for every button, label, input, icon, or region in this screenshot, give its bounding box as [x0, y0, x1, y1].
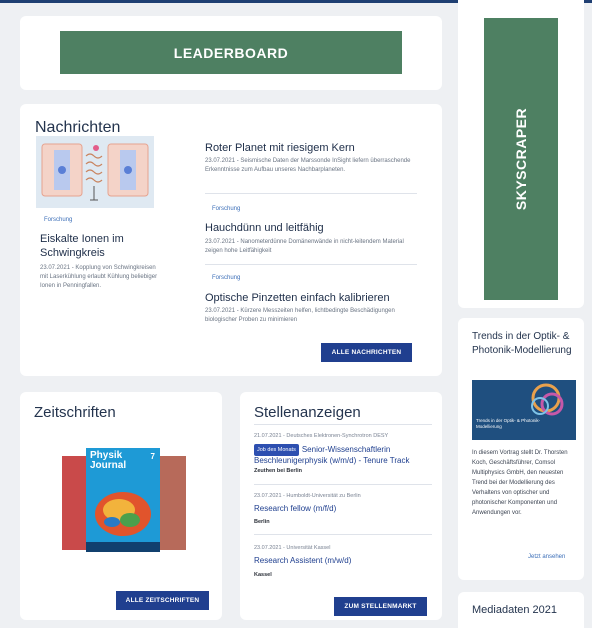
jobs-divider: [254, 534, 432, 535]
featured-news-tag[interactable]: Forschung: [44, 217, 72, 223]
news-divider: [205, 264, 417, 265]
journals-heading: Zeitschriften: [34, 404, 116, 421]
leaderboard-ad[interactable]: LEADERBOARD: [60, 31, 402, 74]
news-item-title[interactable]: Optische Pinzetten einfach kalibrieren: [205, 291, 430, 305]
skyscraper-card: SKYSCRAPER: [458, 0, 584, 308]
mediadaten-card: Mediadaten 2021: [458, 592, 584, 628]
optics-illustration: [531, 383, 564, 416]
jobs-card: Stellenanzeigen 21.07.2021 - Deutsches E…: [240, 392, 442, 620]
featured-news-meta: 23.07.2021 - Kopplung von Schwingkreisen…: [40, 265, 158, 289]
trends-link[interactable]: Jetzt ansehen: [528, 554, 565, 560]
job-location: Zeuthen bei Berlin: [254, 468, 302, 474]
job-location: Kassel: [254, 572, 272, 578]
news-card: Nachrichten Forschung Eiskalte Ionen im …: [20, 104, 442, 376]
job-of-month-badge: Job des Monats: [254, 444, 299, 456]
trends-image[interactable]: Trends in der Optik- & Photonik-Modellie…: [472, 380, 576, 440]
jobs-heading: Stellenanzeigen: [254, 404, 361, 421]
job-title[interactable]: Job des Monats Senior-Wissenschaftlerin B…: [254, 444, 434, 466]
job-location: Berlin: [254, 519, 270, 525]
jobs-divider: [254, 424, 432, 425]
mediadaten-heading[interactable]: Mediadaten 2021: [472, 604, 557, 616]
skyscraper-label: SKYSCRAPER: [513, 107, 529, 211]
all-news-button[interactable]: ALLE NACHRICHTEN: [321, 343, 412, 362]
news-item-tag[interactable]: Forschung: [212, 275, 240, 281]
job-company: 21.07.2021 - Deutsches Elektronen-Synchr…: [254, 433, 389, 439]
news-item-meta: 23.07.2021 - Kürzere Messzeiten helfen, …: [205, 308, 395, 323]
news-item-meta: 23.07.2021 - Nanometerdünne Domänenwände…: [205, 239, 404, 254]
trends-text: In diesem Vortrag stellt Dr. Thorsten Ko…: [472, 450, 568, 516]
job-title[interactable]: Research Assistent (m/w/d): [254, 556, 351, 566]
news-item-title[interactable]: Hauchdünn und leitfähig: [205, 221, 425, 235]
leaderboard-card: LEADERBOARD: [20, 16, 442, 90]
journal-cover-back-right: [158, 456, 186, 550]
all-journals-button[interactable]: ALLE ZEITSCHRIFTEN: [116, 591, 209, 610]
featured-news-title[interactable]: Eiskalte Ionen im Schwingkreis: [40, 232, 150, 260]
skyscraper-ad[interactable]: SKYSCRAPER: [484, 18, 558, 300]
jobs-divider: [254, 484, 432, 485]
trends-card: Trends in der Optik- & Photonik-Modellie…: [458, 318, 584, 580]
job-company: 23.07.2021 - Universität Kassel: [254, 545, 331, 551]
journals-card: Zeitschriften Physik Journal 7 ALLE ZEIT…: [20, 392, 222, 620]
job-company: 23.07.2021 - Humboldt-Universität zu Ber…: [254, 493, 361, 499]
journal-cover-back-left: [62, 456, 88, 550]
news-item-meta: 23.07.2021 - Seismische Daten der Marsso…: [205, 158, 411, 173]
job-market-button[interactable]: ZUM STELLENMARKT: [334, 597, 427, 616]
news-heading: Nachrichten: [35, 119, 121, 136]
job-title[interactable]: Research fellow (m/f/d): [254, 504, 336, 514]
trends-heading[interactable]: Trends in der Optik- & Photonik-Modellie…: [472, 330, 580, 358]
trends-image-caption: Trends in der Optik- & Photonik-Modellie…: [476, 418, 541, 429]
news-item-title[interactable]: Roter Planet mit riesigem Kern: [205, 141, 425, 155]
news-item-tag[interactable]: Forschung: [212, 206, 240, 212]
journal-cover-art: [86, 492, 160, 552]
featured-news-image[interactable]: [36, 136, 154, 208]
journal-cover-front: Physik Journal 7: [86, 448, 160, 552]
news-divider: [205, 193, 417, 194]
ion-trap-illustration: [36, 136, 154, 208]
journal-covers[interactable]: Physik Journal 7: [62, 444, 188, 554]
